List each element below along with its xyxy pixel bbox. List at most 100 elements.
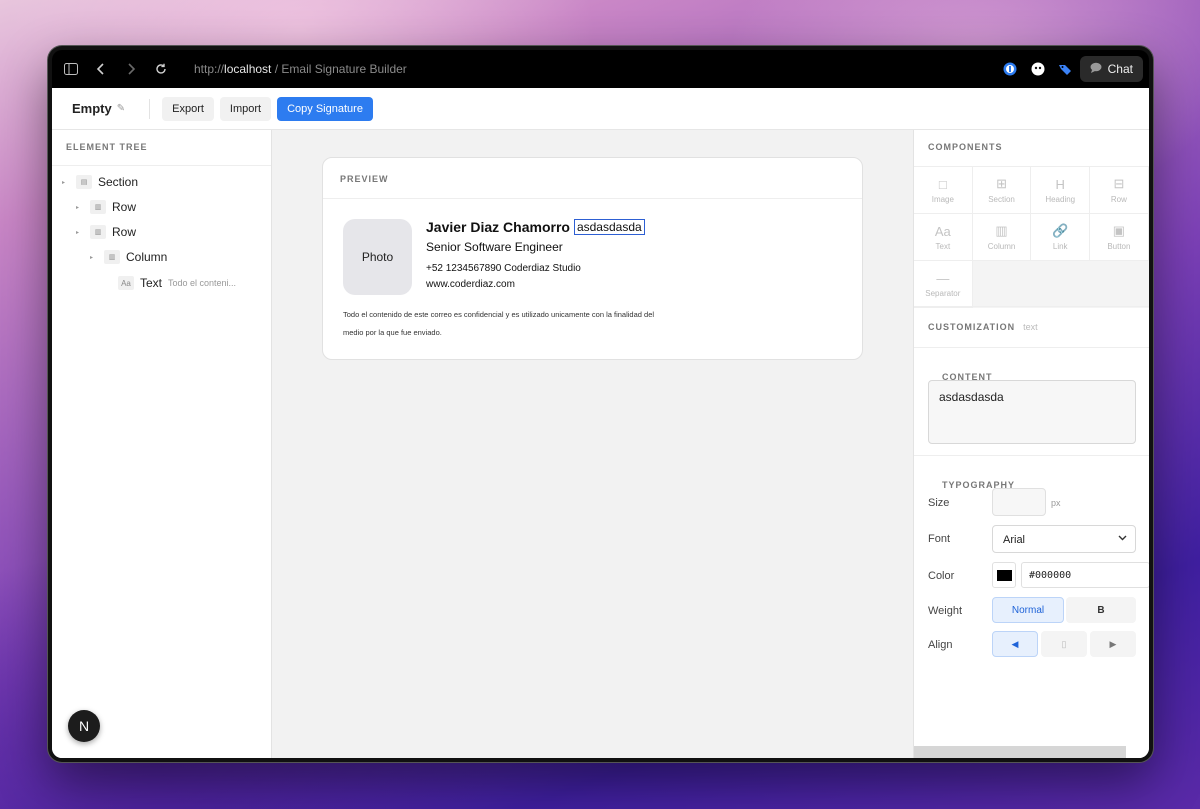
extension-icon[interactable]: [1028, 59, 1048, 79]
nextjs-dev-button[interactable]: N: [68, 710, 100, 742]
chevron-down-icon: [1118, 533, 1127, 544]
component-label: Separator: [925, 288, 961, 298]
divider: [914, 455, 1149, 456]
tree-node-text[interactable]: Aa Text Todo el conteni...: [118, 272, 236, 294]
password-manager-icon[interactable]: [1000, 59, 1020, 79]
sidebar-toggle-icon[interactable]: [56, 54, 86, 84]
component-link[interactable]: 🔗 Link: [1031, 214, 1091, 261]
button-icon: ▣: [1112, 223, 1126, 238]
signature-name[interactable]: Javier Diaz Chamorro: [426, 219, 570, 235]
components-grid: □ Image ⊞ Section H Heading ⊟ Row Aa Text ▥ Co…: [914, 166, 1149, 308]
component-row[interactable]: ⊟ Row: [1090, 167, 1149, 214]
customization-type: text: [1023, 322, 1038, 332]
font-select[interactable]: Arial: [992, 525, 1136, 553]
signature-website[interactable]: www.coderdiaz.com: [426, 279, 645, 290]
expand-arrow-icon[interactable]: ▸: [76, 204, 90, 211]
tree-node-section[interactable]: ▸ ▤ Section: [62, 171, 138, 193]
address-bar[interactable]: http://localhost / Email Signature Build…: [194, 62, 407, 76]
signature-disclaimer[interactable]: Todo el contenido de este correo es conf…: [343, 306, 663, 342]
element-tree-header: ELEMENT TREE: [52, 130, 271, 166]
component-column[interactable]: ▥ Column: [972, 214, 1032, 261]
document-title[interactable]: Empty: [72, 101, 112, 116]
tree-node-label: Column: [126, 250, 168, 264]
photo-placeholder[interactable]: Photo: [343, 219, 412, 295]
text-icon: Aa: [118, 276, 134, 290]
color-hex-input[interactable]: #000000: [1021, 562, 1149, 588]
tree-node-row[interactable]: ▸ ▥ Row: [76, 221, 136, 243]
components-grid-empty: [972, 261, 1149, 308]
toolbar-divider: [149, 98, 151, 119]
url-prefix: http://: [194, 62, 225, 76]
preview-card: PREVIEW Photo Javier Diaz Chamorro asdas…: [322, 157, 863, 360]
email-signature-app: Empty ✎ Export Import Copy Signature ELE…: [52, 88, 1149, 758]
export-button[interactable]: Export: [162, 96, 214, 121]
section-icon: ⊞: [996, 176, 1007, 191]
weight-bold-button[interactable]: B: [1066, 597, 1136, 623]
color-swatch: [996, 569, 1012, 581]
align-left-button[interactable]: ◀: [992, 631, 1038, 657]
back-icon[interactable]: [86, 54, 116, 84]
expand-arrow-icon[interactable]: ▸: [76, 229, 90, 236]
component-label: Text: [935, 241, 951, 251]
chat-label: Chat: [1107, 62, 1133, 76]
horizontal-scrollbar[interactable]: [914, 746, 1126, 758]
tag-extension-icon[interactable]: [1055, 59, 1075, 79]
heading-icon: H: [1055, 176, 1065, 192]
component-text[interactable]: Aa Text: [914, 214, 973, 261]
link-icon: 🔗: [1052, 223, 1069, 238]
tree-node-label: Section: [98, 175, 139, 189]
selected-text-element[interactable]: asdasdasda: [573, 219, 645, 235]
component-section[interactable]: ⊞ Section: [972, 167, 1032, 214]
properties-panel: COMPONENTS □ Image ⊞ Section H Heading ⊟ Row…: [913, 130, 1149, 758]
customization-header: CUSTOMIZATION text: [928, 322, 1038, 332]
tree-node-row[interactable]: ▸ ▥ Row: [76, 196, 136, 218]
align-label: Align: [928, 639, 953, 651]
expand-arrow-icon[interactable]: ▸: [90, 254, 104, 261]
reload-icon[interactable]: [146, 54, 176, 84]
edit-pencil-icon[interactable]: ✎: [117, 103, 125, 114]
separator-icon: —: [936, 270, 950, 286]
component-label: Heading: [1045, 194, 1076, 204]
tree-node-hint: Todo el conteni...: [168, 278, 237, 288]
element-tree-panel: ELEMENT TREE ▸ ▤ Section ▸ ▥ Row ▸ ▥ Row…: [52, 130, 272, 758]
image-icon: □: [938, 176, 947, 192]
copy-signature-button[interactable]: Copy Signature: [277, 96, 373, 121]
signature-contact[interactable]: +52 1234567890 Coderdiaz Studio: [426, 263, 645, 274]
align-right-button[interactable]: ▶: [1090, 631, 1136, 657]
component-heading[interactable]: H Heading: [1031, 167, 1091, 214]
customization-title: CUSTOMIZATION: [928, 322, 1016, 332]
column-icon: ▥: [995, 223, 1008, 238]
url-host: localhost: [224, 62, 272, 76]
weight-normal-button[interactable]: Normal: [992, 597, 1064, 623]
signature-block: Javier Diaz Chamorro asdasdasda Senior S…: [426, 219, 645, 290]
browser-toolbar: http://localhost / Email Signature Build…: [52, 50, 1149, 88]
component-image[interactable]: □ Image: [914, 167, 973, 214]
tree-node-column[interactable]: ▸ ▥ Column: [90, 246, 167, 268]
canvas-area: PREVIEW Photo Javier Diaz Chamorro asdas…: [272, 130, 913, 758]
component-separator[interactable]: — Separator: [914, 261, 973, 308]
tree-node-label: Row: [112, 200, 137, 214]
font-size-input[interactable]: [992, 488, 1046, 516]
tree-node-label: Text: [140, 276, 163, 290]
row-icon: ⊟: [1113, 176, 1125, 191]
section-icon: ▤: [76, 175, 92, 189]
import-button[interactable]: Import: [219, 96, 272, 121]
chat-button[interactable]: Chat: [1079, 56, 1143, 82]
signature-role[interactable]: Senior Software Engineer: [426, 240, 645, 254]
forward-icon[interactable]: [116, 54, 146, 84]
browser-window: http://localhost / Email Signature Build…: [48, 46, 1153, 762]
preview-header: PREVIEW: [323, 158, 862, 199]
content-textarea[interactable]: asdasdasda: [928, 380, 1136, 444]
color-picker[interactable]: [992, 562, 1016, 588]
chat-bubble-icon: [1090, 62, 1102, 76]
text-icon: Aa: [934, 223, 951, 239]
row-icon: ▥: [90, 200, 106, 214]
component-label: Section: [988, 195, 1015, 204]
component-label: Image: [931, 194, 954, 204]
color-label: Color: [928, 570, 955, 582]
component-button[interactable]: ▣ Button: [1090, 214, 1149, 261]
align-center-button[interactable]: ▯: [1041, 631, 1087, 657]
size-label: Size: [928, 497, 950, 509]
expand-arrow-icon[interactable]: ▸: [62, 179, 76, 186]
tree-node-label: Row: [112, 225, 137, 239]
